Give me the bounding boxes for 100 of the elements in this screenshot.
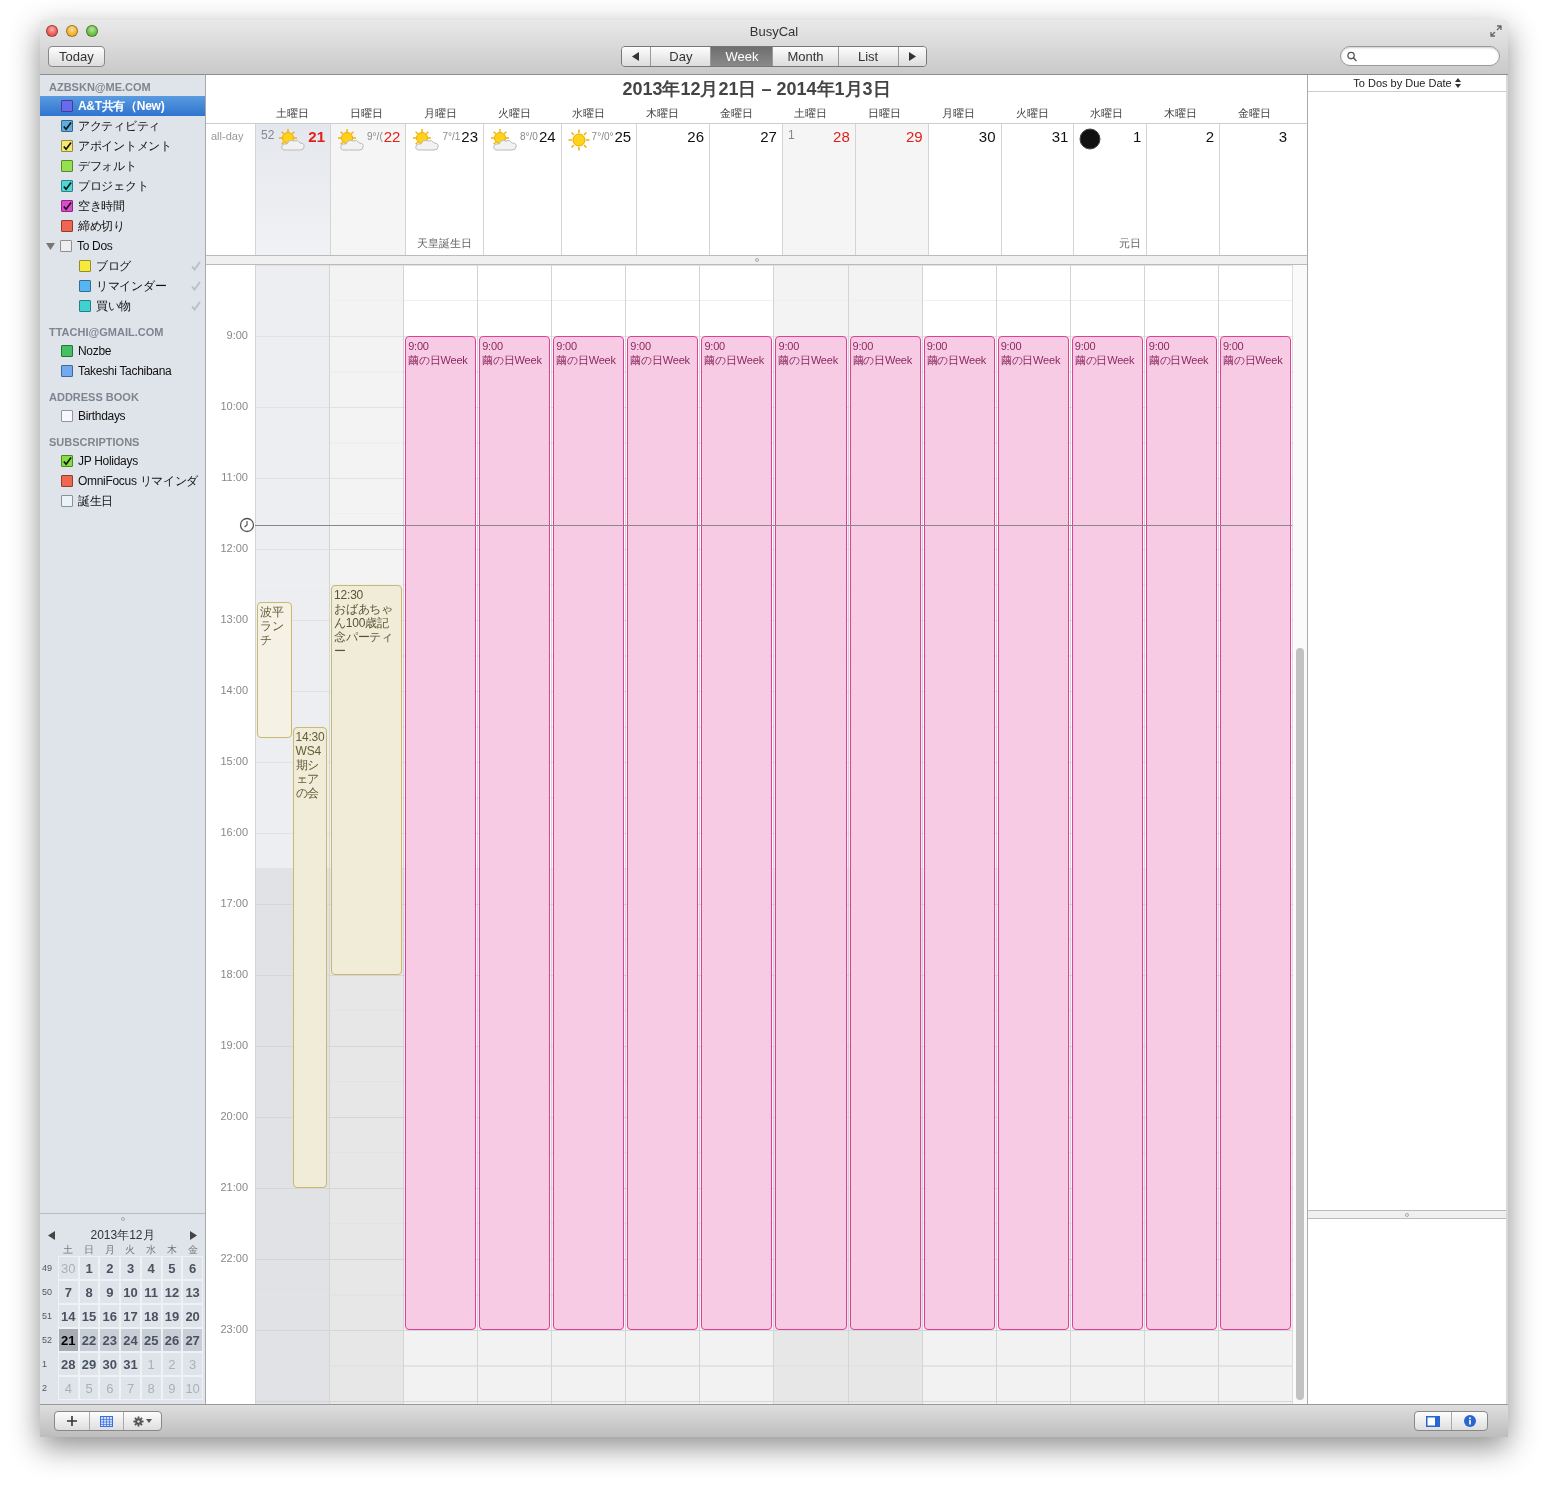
mini-calendar-day[interactable]: 13	[182, 1280, 203, 1304]
event-block[interactable]: 9:00 繭の日Week	[849, 336, 921, 1330]
event-block[interactable]: 9:00 繭の日Week	[775, 336, 847, 1330]
calendar-list-item[interactable]: JP Holidays	[40, 451, 205, 471]
mini-calendar-day[interactable]: 16	[99, 1304, 121, 1328]
event-block[interactable]: 9:00 繭の日Week	[701, 336, 773, 1330]
mini-calendar-day[interactable]: 6	[182, 1256, 203, 1280]
calendar-list-item[interactable]: 買い物	[40, 296, 205, 316]
minimize-button[interactable]	[66, 25, 78, 37]
event-block[interactable]: 9:00 繭の日Week	[479, 336, 551, 1330]
all-day-cell[interactable]: 29	[854, 124, 928, 255]
calendar-checkbox[interactable]	[61, 410, 73, 422]
mini-calendar-day[interactable]: 7	[58, 1280, 79, 1304]
view-tab[interactable]: List	[837, 46, 898, 66]
event-block[interactable]: 9:00 繭の日Week	[1219, 336, 1291, 1330]
mini-calendar-day[interactable]: 26	[161, 1328, 183, 1352]
mini-calendar-day[interactable]: 25	[140, 1328, 162, 1352]
calendar-checkbox[interactable]	[61, 455, 73, 467]
all-day-cell[interactable]: 1 28	[781, 124, 855, 255]
event-block[interactable]: 12:30 おばあちゃん100歳記念パーティー	[331, 584, 403, 975]
mini-calendar-day[interactable]: 23	[99, 1328, 121, 1352]
event-block[interactable]: 9:00 繭の日Week	[553, 336, 625, 1330]
mini-calendar-day[interactable]: 21	[58, 1328, 79, 1352]
calendar-list-item[interactable]: Birthdays	[40, 406, 205, 426]
calendar-checkbox[interactable]	[61, 220, 73, 232]
fullscreen-icon[interactable]	[1490, 25, 1502, 37]
close-button[interactable]	[46, 25, 58, 37]
sort-bar[interactable]: To Dos by Due Date	[1308, 75, 1506, 92]
previous-month-icon[interactable]	[48, 1231, 56, 1240]
mini-calendar-day[interactable]: 1	[78, 1256, 100, 1280]
mini-calendar-day[interactable]: 3	[120, 1256, 141, 1280]
mini-calendar-day[interactable]: 19	[161, 1304, 183, 1328]
event-block[interactable]: 9:00 繭の日Week	[1071, 336, 1143, 1330]
view-tab[interactable]: Month	[772, 46, 838, 66]
calendar-list-item[interactable]: 空き時間	[40, 196, 205, 216]
calendar-list-item[interactable]: デフォルト	[40, 156, 205, 176]
view-tab[interactable]: Week	[710, 46, 773, 66]
calendar-checkbox[interactable]	[79, 260, 91, 272]
view-tab[interactable]: Day	[650, 46, 711, 66]
calendar-list-item[interactable]: OmniFocus リマインダ	[40, 471, 205, 491]
mini-calendar-day[interactable]: 17	[120, 1304, 141, 1328]
calendar-checkbox[interactable]	[61, 120, 73, 132]
calendar-checkbox[interactable]	[61, 475, 73, 487]
mini-calendar-day[interactable]: 12	[161, 1280, 183, 1304]
calendar-checkbox[interactable]	[61, 200, 73, 212]
all-day-cell[interactable]: 52 21	[255, 124, 331, 255]
today-button[interactable]: Today	[48, 45, 105, 67]
next-button[interactable]	[897, 46, 926, 66]
mini-calendar-day[interactable]: 15	[78, 1304, 100, 1328]
calendar-list-item[interactable]: Nozbe	[40, 341, 205, 361]
event-block[interactable]: 14:30 WS4期シェアの会	[292, 726, 328, 1188]
calendar-checkbox[interactable]	[61, 180, 73, 192]
mini-calendar-day[interactable]: 24	[120, 1328, 141, 1352]
calendar-list-item[interactable]: アクティビティ	[40, 116, 205, 136]
mini-calendar-day[interactable]: 9	[99, 1280, 121, 1304]
calendar-list-item[interactable]: A&T共有（New)	[40, 96, 205, 116]
mini-calendar-day[interactable]: 2	[99, 1256, 121, 1280]
all-day-cell[interactable]: 9°/(22	[330, 124, 406, 255]
disclosure-triangle-icon[interactable]	[46, 241, 55, 251]
calendar-list-item[interactable]: アポイントメント	[40, 136, 205, 156]
mini-calendar-day[interactable]: 22	[78, 1328, 100, 1352]
mini-calendar-day[interactable]: 31	[120, 1352, 141, 1376]
calendar-list-item[interactable]: ブログ	[40, 256, 205, 276]
calendar-checkbox[interactable]	[61, 160, 73, 172]
mini-calendar-day[interactable]: 29	[78, 1352, 100, 1376]
mini-calendar-day[interactable]: 11	[140, 1280, 162, 1304]
mini-calendar-day[interactable]: 28	[58, 1352, 79, 1376]
calendar-list-item[interactable]: リマインダー	[40, 276, 205, 296]
mini-calendar-day[interactable]: 14	[58, 1304, 79, 1328]
previous-button[interactable]	[622, 46, 651, 66]
calendar-checkbox[interactable]	[61, 345, 73, 357]
calendar-checkbox[interactable]	[79, 280, 91, 292]
mini-calendar-day[interactable]: 10	[120, 1280, 141, 1304]
calendar-checkbox[interactable]	[61, 365, 73, 377]
event-block[interactable]: 9:00 繭の日Week	[1145, 336, 1217, 1330]
calendar-list-item[interactable]: プロジェクト	[40, 176, 205, 196]
mini-calendar-day[interactable]: 8	[78, 1280, 100, 1304]
calendar-checkbox[interactable]	[61, 100, 73, 112]
calendar-checkbox[interactable]	[61, 495, 73, 507]
mini-calendar-day[interactable]: 5	[161, 1256, 183, 1280]
event-block[interactable]: 9:00 繭の日Week	[405, 336, 477, 1330]
search-field[interactable]	[1340, 46, 1500, 66]
mini-calendar-day[interactable]: 30	[99, 1352, 121, 1376]
next-month-icon[interactable]	[189, 1231, 197, 1240]
calendar-list-item[interactable]: 締め切り	[40, 216, 205, 236]
zoom-button[interactable]	[86, 25, 98, 37]
calendar-checkbox[interactable]	[79, 300, 91, 312]
event-block[interactable]: 9:00 繭の日Week	[923, 336, 995, 1330]
scroll-bar[interactable]	[1296, 648, 1304, 1400]
calendar-checkbox[interactable]	[60, 240, 72, 252]
event-block[interactable]: 9:00 繭の日Week	[997, 336, 1069, 1330]
mini-calendar-day[interactable]: 27	[182, 1328, 203, 1352]
event-block[interactable]: 波平ランチ	[257, 602, 293, 739]
calendar-list-item[interactable]: 誕生日	[40, 491, 205, 511]
event-block[interactable]: 9:00 繭の日Week	[627, 336, 699, 1330]
mini-calendar-day[interactable]: 20	[182, 1304, 203, 1328]
mini-calendar-day[interactable]: 4	[140, 1256, 162, 1280]
calendar-list-item[interactable]: To Dos	[40, 236, 205, 256]
calendar-checkbox[interactable]	[61, 140, 73, 152]
calendar-list-item[interactable]: Takeshi Tachibana	[40, 361, 205, 381]
